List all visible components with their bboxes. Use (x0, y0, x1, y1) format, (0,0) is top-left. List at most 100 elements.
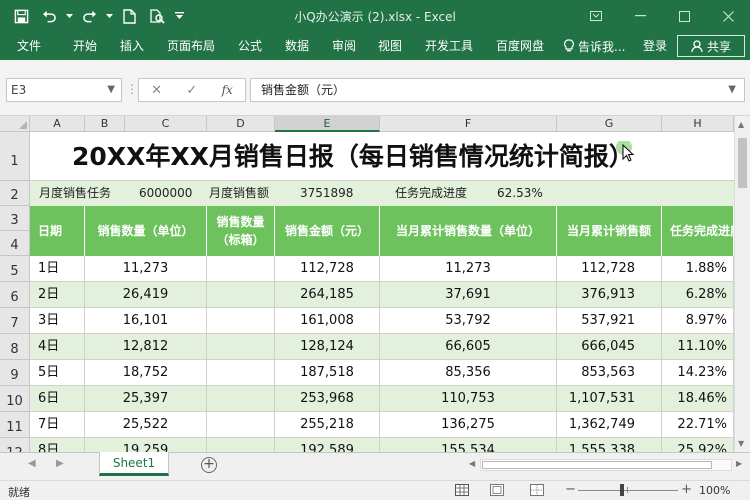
table-cell[interactable]: 8.97% (662, 308, 734, 334)
sheet-tab-sheet1[interactable]: Sheet1 (99, 452, 169, 476)
table-cell[interactable]: 110,753 (380, 386, 557, 412)
row-header-4[interactable]: 4 (0, 231, 30, 256)
table-header-cell[interactable]: 当月累计销售数量（单位） (380, 206, 557, 256)
tab-insert[interactable]: 插入 (120, 32, 144, 60)
table-cell[interactable]: 666,045 (557, 334, 662, 360)
scroll-up-icon[interactable]: ▲ (738, 120, 744, 129)
column-header-g[interactable]: G (557, 116, 662, 132)
table-cell[interactable]: 1.88% (662, 256, 734, 282)
table-cell[interactable]: 1,362,749 (557, 412, 662, 438)
table-cell[interactable]: 1日 (30, 256, 85, 282)
row-header-12[interactable]: 12 (0, 438, 30, 452)
row-header-10[interactable]: 10 (0, 386, 30, 412)
tab-page-layout[interactable]: 页面布局 (167, 32, 215, 60)
tab-developer[interactable]: 开发工具 (425, 32, 473, 60)
next-sheet-icon[interactable]: ▶ (56, 458, 64, 469)
table-cell[interactable] (207, 360, 275, 386)
enter-entry-icon[interactable]: ✓ (186, 83, 197, 98)
table-cell[interactable]: 14.23% (662, 360, 734, 386)
zoom-level[interactable]: 100% (699, 484, 730, 497)
vertical-scrollbar[interactable]: ▲ ▼ (734, 116, 750, 452)
close-button[interactable] (706, 0, 750, 32)
zoom-slider-track[interactable] (578, 490, 678, 491)
scroll-right-icon[interactable]: ▶ (736, 459, 742, 468)
row-header-1[interactable]: 1 (0, 132, 30, 181)
ribbon-display-options-button[interactable] (574, 0, 618, 32)
tab-formulas[interactable]: 公式 (238, 32, 262, 60)
target-value[interactable]: 6000000 (139, 181, 192, 206)
name-box-dropdown-icon[interactable]: ▼ (107, 79, 115, 101)
page-break-view-icon[interactable] (530, 484, 544, 496)
add-sheet-icon[interactable]: + (201, 457, 217, 473)
table-header-cell[interactable]: 销售数量（单位） (85, 206, 207, 256)
tab-file[interactable]: 文件 (17, 32, 41, 60)
table-cell[interactable]: 16,101 (85, 308, 207, 334)
table-cell[interactable]: 7日 (30, 412, 85, 438)
worksheet-grid[interactable]: ABCDEFGH 123456789101112 20XX年XX月销售日报（每日… (0, 116, 734, 452)
column-header-c[interactable]: C (125, 116, 207, 132)
table-cell[interactable]: 18,752 (85, 360, 207, 386)
table-cell[interactable]: 1,107,531 (557, 386, 662, 412)
cancel-entry-icon[interactable]: ✕ (151, 83, 162, 98)
table-header-cell[interactable]: 当月累计销售额 (557, 206, 662, 256)
tab-baidu-netdisk[interactable]: 百度网盘 (496, 32, 544, 60)
table-cell[interactable] (207, 256, 275, 282)
row-header-3[interactable]: 3 (0, 206, 30, 231)
name-box[interactable]: E3 ▼ (6, 78, 122, 102)
tab-data[interactable]: 数据 (285, 32, 309, 60)
table-cell[interactable]: 128,124 (275, 334, 380, 360)
table-cell[interactable]: 161,008 (275, 308, 380, 334)
table-cell[interactable]: 155,534 (380, 438, 557, 452)
table-cell[interactable]: 376,913 (557, 282, 662, 308)
target-label[interactable]: 月度销售任务 (39, 181, 111, 206)
table-header-cell[interactable]: 日期 (30, 206, 85, 256)
table-cell[interactable] (207, 282, 275, 308)
table-cell[interactable]: 53,792 (380, 308, 557, 334)
login-link[interactable]: 登录 (643, 32, 667, 60)
table-header-cell[interactable]: 销售数量（标箱） (207, 206, 275, 256)
tab-view[interactable]: 视图 (378, 32, 402, 60)
table-cell[interactable]: 26,419 (85, 282, 207, 308)
progress-label[interactable]: 任务完成进度 (395, 181, 467, 206)
table-cell[interactable] (207, 438, 275, 452)
table-cell[interactable]: 19,259 (85, 438, 207, 452)
table-cell[interactable]: 8日 (30, 438, 85, 452)
row-header-6[interactable]: 6 (0, 282, 30, 308)
table-header-cell[interactable]: 任务完成进度 (662, 206, 734, 256)
table-cell[interactable]: 11,273 (85, 256, 207, 282)
share-button[interactable]: 共享 (677, 35, 745, 57)
insert-function-icon[interactable]: fx (222, 83, 233, 97)
scroll-down-icon[interactable]: ▼ (738, 439, 744, 448)
table-cell[interactable]: 853,563 (557, 360, 662, 386)
table-cell[interactable] (207, 308, 275, 334)
table-cell[interactable]: 1,555,338 (557, 438, 662, 452)
column-header-f[interactable]: F (380, 116, 557, 132)
formula-bar-grip-icon[interactable]: ⋮ (126, 82, 138, 96)
sales-value[interactable]: 3751898 (300, 181, 353, 206)
table-cell[interactable]: 187,518 (275, 360, 380, 386)
progress-value[interactable]: 62.53% (497, 181, 543, 206)
table-cell[interactable]: 5日 (30, 360, 85, 386)
table-cell[interactable]: 255,218 (275, 412, 380, 438)
table-cell[interactable]: 11,273 (380, 256, 557, 282)
select-all-corner[interactable] (0, 116, 30, 132)
vertical-scroll-thumb[interactable] (738, 138, 747, 188)
table-cell[interactable]: 3日 (30, 308, 85, 334)
column-header-e[interactable]: E (275, 116, 380, 132)
table-cell[interactable]: 2日 (30, 282, 85, 308)
table-cell[interactable] (207, 386, 275, 412)
page-layout-view-icon[interactable] (490, 484, 504, 496)
table-cell[interactable]: 537,921 (557, 308, 662, 334)
table-cell[interactable]: 6.28% (662, 282, 734, 308)
table-header-cell[interactable]: 销售金额（元） (275, 206, 380, 256)
sales-label[interactable]: 月度销售额 (209, 181, 269, 206)
horizontal-scrollbar[interactable]: ◀ ▶ (466, 457, 750, 473)
column-header-h[interactable]: H (662, 116, 734, 132)
minimize-button[interactable] (618, 0, 662, 32)
column-header-a[interactable]: A (30, 116, 85, 132)
table-cell[interactable]: 4日 (30, 334, 85, 360)
table-cell[interactable]: 37,691 (380, 282, 557, 308)
table-cell[interactable]: 25,397 (85, 386, 207, 412)
row-header-11[interactable]: 11 (0, 412, 30, 438)
previous-sheet-icon[interactable]: ◀ (28, 458, 36, 469)
